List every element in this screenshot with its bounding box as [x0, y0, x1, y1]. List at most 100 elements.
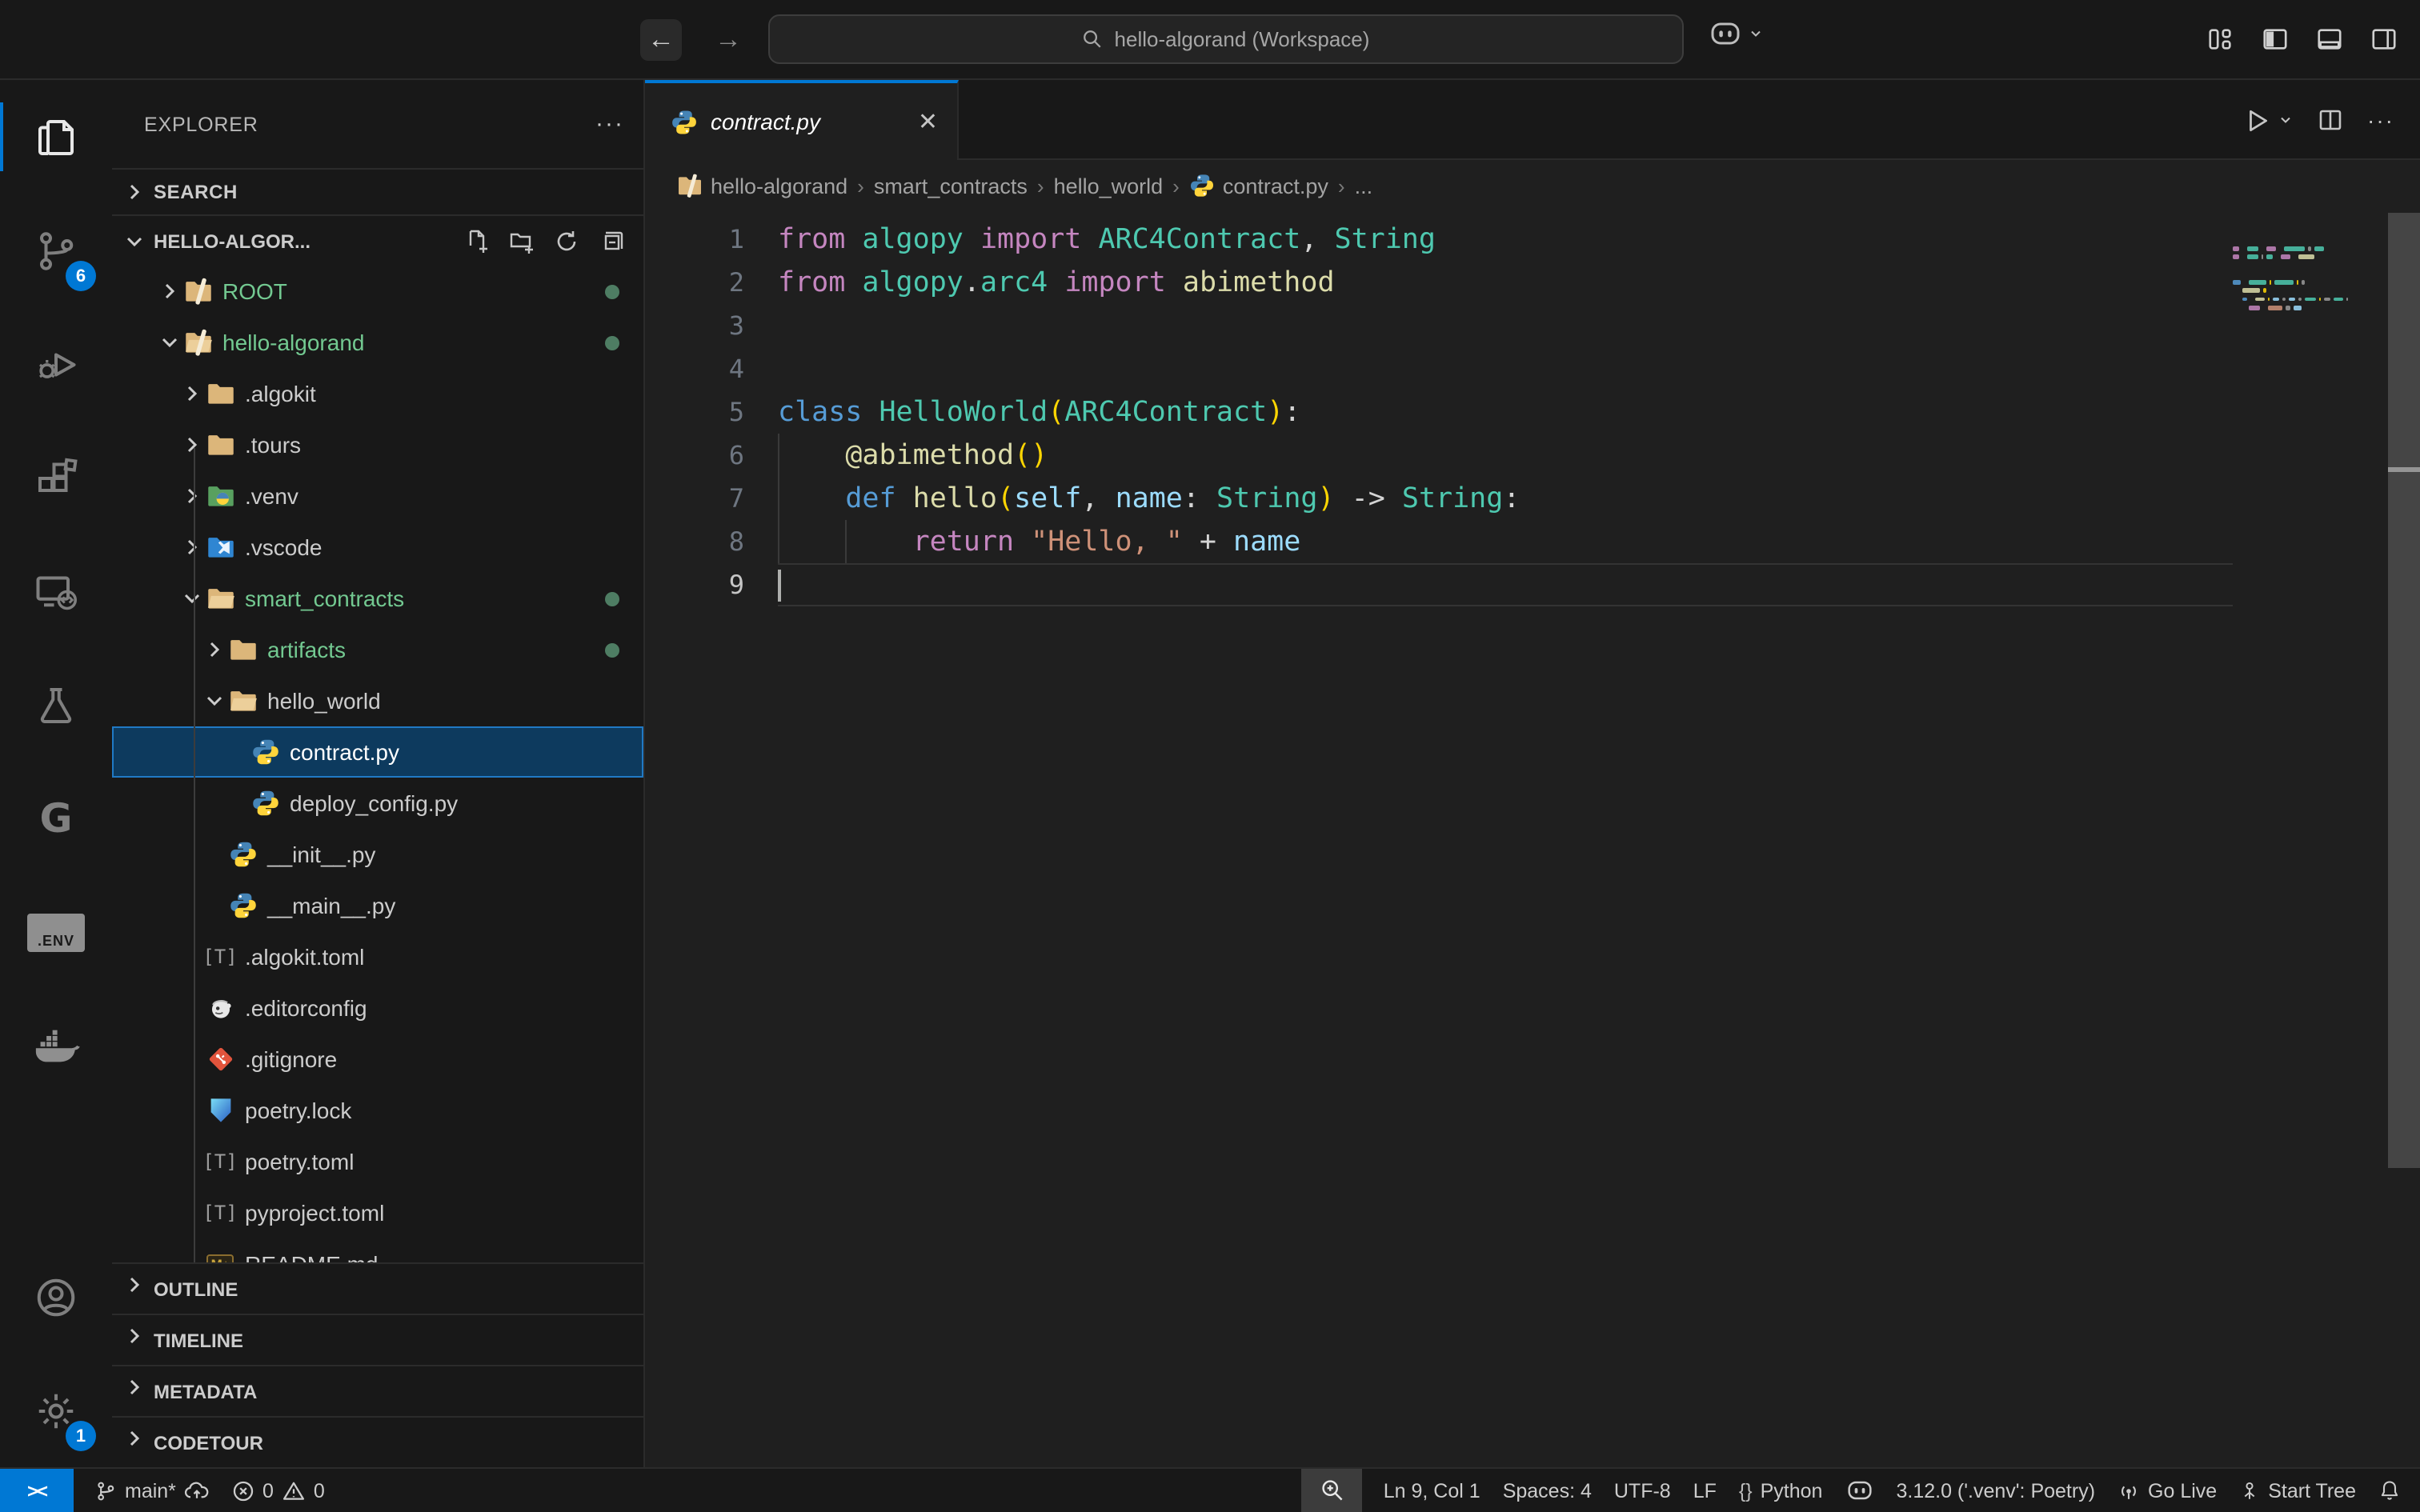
activity-extensions[interactable]	[0, 421, 112, 534]
activity-docker[interactable]	[0, 989, 112, 1102]
go-live-button[interactable]: Go Live	[2106, 1469, 2228, 1512]
zoom-indicator[interactable]	[1302, 1469, 1363, 1512]
editor-scrollbar[interactable]	[2388, 211, 2420, 1467]
collapse-all-icon[interactable]	[599, 228, 624, 254]
problems-status[interactable]: 0 0	[221, 1469, 336, 1512]
scrollbar-thumb[interactable]	[2388, 213, 2420, 1168]
chevron-right-icon	[122, 1323, 147, 1357]
remote-indicator[interactable]: ><	[0, 1469, 74, 1512]
code-line-3[interactable]: 3	[645, 304, 2420, 347]
text-cursor	[778, 570, 780, 602]
tree-item-label: README.md	[245, 1251, 378, 1262]
tree-item--algokit-toml[interactable]: [T].algokit.toml	[112, 931, 643, 982]
toggle-sidebar-icon[interactable]	[2262, 26, 2289, 53]
chevron-spacer	[224, 739, 250, 765]
eol-status[interactable]: LF	[1682, 1469, 1728, 1512]
section-outline[interactable]: OUTLINE	[112, 1262, 643, 1314]
activity-explorer[interactable]	[0, 80, 112, 194]
code-line-1[interactable]: 1from algopy import ARC4Contract, String	[645, 218, 2420, 261]
start-tree-button[interactable]: Start Tree	[2228, 1469, 2367, 1512]
tree-item--venv[interactable]: .venv	[112, 470, 643, 522]
minimap[interactable]	[2233, 246, 2377, 322]
tree-item-hello-world[interactable]: hello_world	[112, 675, 643, 726]
activity-gitlens[interactable]: G	[0, 762, 112, 875]
breadcrumb-item-hello-world[interactable]: hello_world	[1054, 174, 1164, 198]
breadcrumb-item-smart-contracts[interactable]: smart_contracts	[874, 174, 1028, 198]
tree-item--init-py[interactable]: __init__.py	[112, 829, 643, 880]
branch-icon	[94, 1479, 117, 1502]
new-file-icon[interactable]	[464, 228, 490, 254]
refresh-icon[interactable]	[554, 228, 579, 254]
tree-item--main-py[interactable]: __main__.py	[112, 880, 643, 931]
section-timeline[interactable]: TIMELINE	[112, 1314, 643, 1365]
toggle-secondary-sidebar-icon[interactable]	[2370, 26, 2398, 53]
customize-layout-icon[interactable]	[2207, 26, 2234, 53]
indentation-status[interactable]: Spaces: 4	[1492, 1469, 1603, 1512]
chevron-right-icon	[179, 432, 205, 458]
split-editor-icon[interactable]	[2318, 107, 2343, 133]
tree-item-poetry-lock[interactable]: poetry.lock	[112, 1085, 643, 1136]
tree-item--editorconfig[interactable]: .editorconfig	[112, 982, 643, 1034]
activity-source-control[interactable]: 6	[0, 194, 112, 307]
activity-run-debug[interactable]	[0, 307, 112, 421]
code-editor[interactable]: 1from algopy import ARC4Contract, String…	[645, 211, 2420, 1467]
code-line-5[interactable]: 5class HelloWorld(ARC4Contract):	[645, 390, 2420, 434]
tree-item-contract-py[interactable]: contract.py	[112, 726, 643, 778]
section-codetour[interactable]: CODETOUR	[112, 1416, 643, 1467]
git-branch-status[interactable]: main*	[83, 1469, 221, 1512]
activity-remote-explorer[interactable]	[0, 534, 112, 648]
tree-item-deploy-config-py[interactable]: deploy_config.py	[112, 778, 643, 829]
encoding-status[interactable]: UTF-8	[1603, 1469, 1682, 1512]
explorer-more-actions[interactable]: ···	[595, 110, 624, 138]
code-line-8[interactable]: 8 return "Hello, " + name	[645, 520, 2420, 563]
code-line-9[interactable]: 9	[645, 563, 2420, 606]
activity-dotenv[interactable]: .ENV	[0, 875, 112, 989]
breadcrumb-label: smart_contracts	[874, 174, 1028, 198]
section-search[interactable]: SEARCH	[112, 168, 643, 214]
toggle-panel-icon[interactable]	[2316, 26, 2343, 53]
new-folder-icon[interactable]	[509, 228, 535, 254]
code-line-2[interactable]: 2from algopy.arc4 import abimethod	[645, 261, 2420, 304]
tree-item-root[interactable]: ROOT	[112, 266, 643, 317]
venv-icon	[205, 481, 235, 511]
copilot-status[interactable]	[1833, 1469, 1885, 1512]
tree-item--gitignore[interactable]: .gitignore	[112, 1034, 643, 1085]
tab-close-icon[interactable]: ✕	[918, 107, 938, 136]
minimap-line	[2233, 306, 2377, 310]
activity-accounts[interactable]	[0, 1240, 112, 1354]
tree-item-smart-contracts[interactable]: smart_contracts	[112, 573, 643, 624]
warning-icon	[282, 1479, 306, 1502]
copilot-menu[interactable]	[1709, 19, 1764, 48]
cursor-position[interactable]: Ln 9, Col 1	[1372, 1469, 1492, 1512]
tree-item--algokit[interactable]: .algokit	[112, 368, 643, 419]
code-lines: 1from algopy import ARC4Contract, String…	[645, 218, 2420, 606]
tree-item-readme-md[interactable]: M↓README.md	[112, 1238, 643, 1262]
section-workspace[interactable]: HELLO-ALGOR...	[112, 214, 643, 266]
section-metadata[interactable]: METADATA	[112, 1365, 643, 1416]
breadcrumb-item--[interactable]: ...	[1355, 174, 1373, 198]
breadcrumb-item-hello-algorand[interactable]: hello-algorand	[677, 173, 847, 198]
python-interpreter[interactable]: 3.12.0 ('.venv': Poetry)	[1885, 1469, 2106, 1512]
breadcrumb-item-contract-py[interactable]: contract.py	[1189, 173, 1328, 198]
tree-item--tours[interactable]: .tours	[112, 419, 643, 470]
tree-item-hello-algorand[interactable]: hello-algorand	[112, 317, 643, 368]
tree-item-poetry-toml[interactable]: [T]poetry.toml	[112, 1136, 643, 1187]
scm-badge: 6	[66, 261, 96, 291]
code-line-6[interactable]: 6 @abimethod()	[645, 434, 2420, 477]
editor-more-actions[interactable]: ···	[2367, 107, 2394, 133]
tree-item-label: artifacts	[267, 637, 346, 662]
activity-testing[interactable]	[0, 648, 112, 762]
tab-contract-py[interactable]: contract.py ✕	[645, 80, 959, 160]
nav-forward-button[interactable]: →	[707, 18, 749, 60]
notifications-bell[interactable]	[2367, 1469, 2420, 1512]
run-python-button[interactable]	[2244, 106, 2294, 134]
code-line-7[interactable]: 7 def hello(self, name: String) -> Strin…	[645, 477, 2420, 520]
tree-item-artifacts[interactable]: artifacts	[112, 624, 643, 675]
code-line-4[interactable]: 4	[645, 347, 2420, 390]
tree-item-pyproject-toml[interactable]: [T]pyproject.toml	[112, 1187, 643, 1238]
language-mode[interactable]: {} Python	[1728, 1469, 1834, 1512]
nav-back-button[interactable]: ←	[640, 18, 682, 60]
command-center[interactable]: hello-algorand (Workspace)	[768, 14, 1684, 64]
tree-item--vscode[interactable]: .vscode	[112, 522, 643, 573]
activity-settings[interactable]: 1	[0, 1354, 112, 1467]
